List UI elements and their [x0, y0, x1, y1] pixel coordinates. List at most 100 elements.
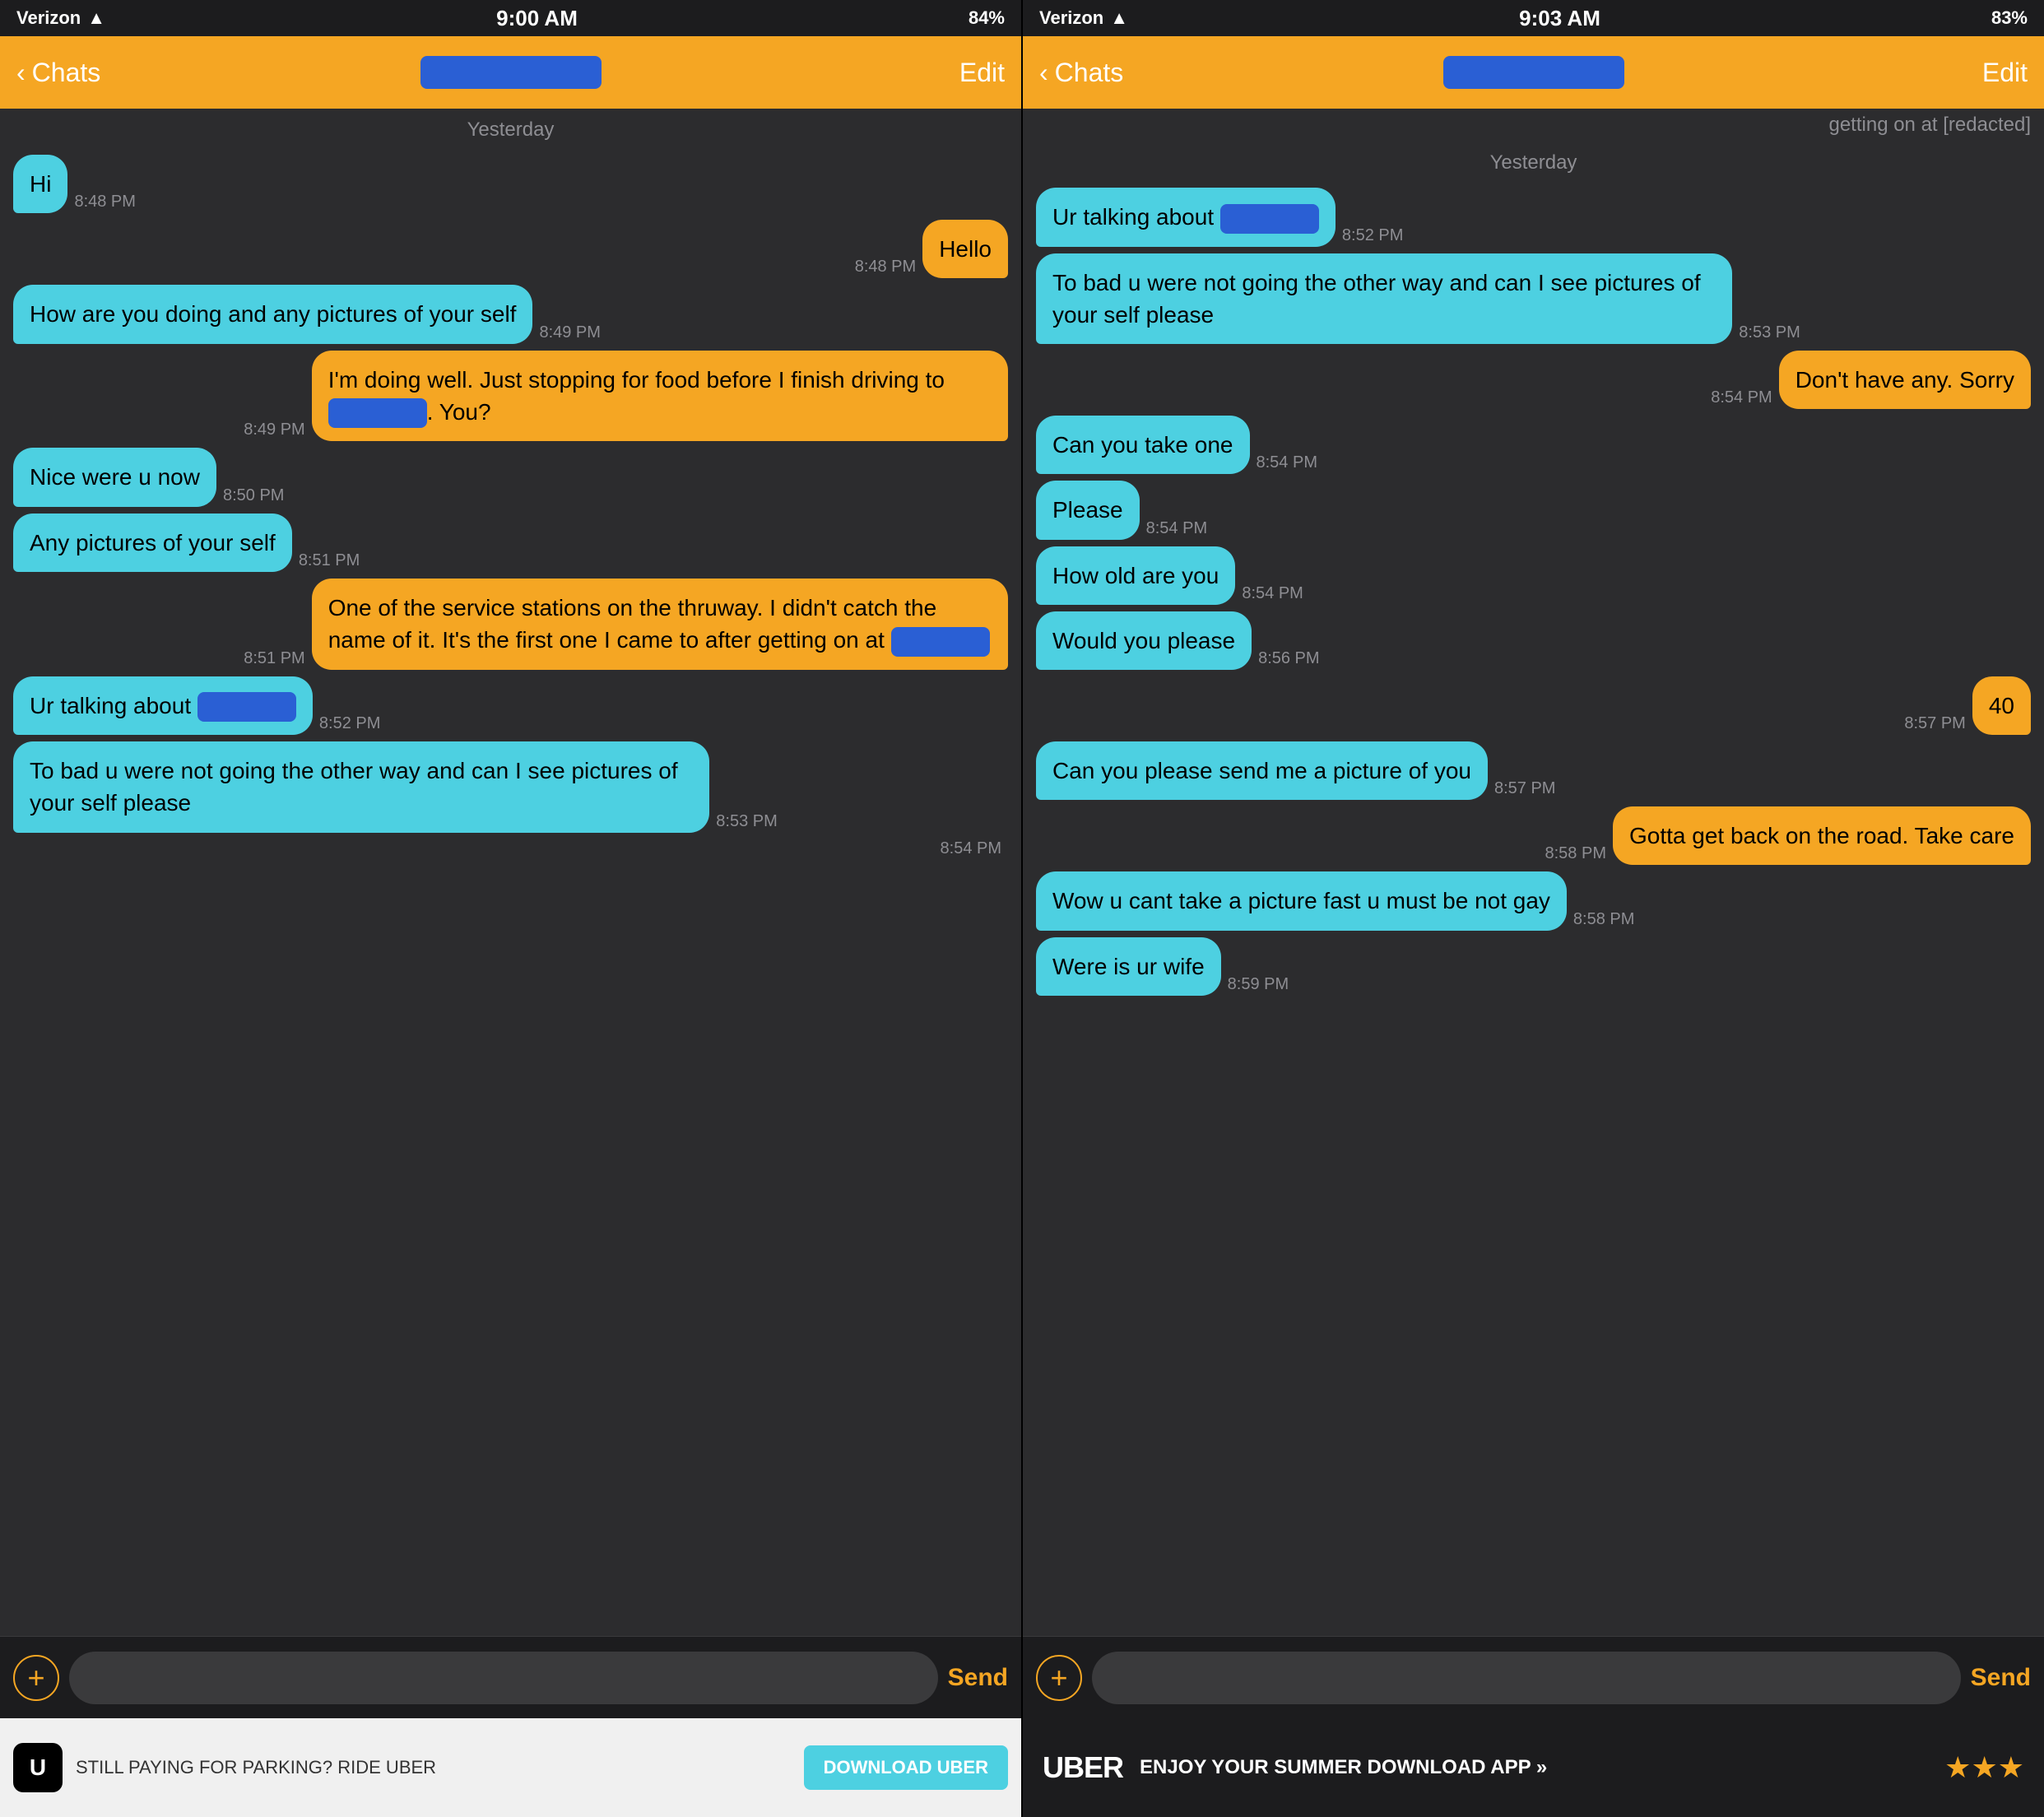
- scroll-hint-right: getting on at [redacted]: [1023, 109, 2044, 142]
- timestamp-m3: 8:49 PM: [539, 323, 600, 342]
- timestamp-m9: 8:53 PM: [716, 812, 777, 831]
- bottom-bar-left: + Send: [0, 1636, 1021, 1718]
- msg-row: Ur talking about 8:52 PM: [1036, 188, 2031, 247]
- bubble-to-bad: To bad u were not going the other way an…: [13, 741, 709, 832]
- time-left: 9:00 AM: [496, 6, 578, 31]
- timestamp-s4: 8:54 PM: [1257, 453, 1317, 472]
- time-right: 9:03 AM: [1519, 6, 1600, 31]
- bubble-dont-have: Don't have any. Sorry: [1779, 351, 2031, 409]
- download-button-left[interactable]: DOWNLOAD UBER: [804, 1745, 1008, 1790]
- battery-right: 83%: [1991, 7, 2028, 29]
- timestamp-m8: 8:52 PM: [319, 714, 380, 733]
- battery-left: 84%: [969, 7, 1005, 29]
- uber-logo-ad-left: U: [13, 1743, 63, 1792]
- msg-row: Any pictures of your self 8:51 PM: [13, 514, 1008, 572]
- status-left-left: Verizon ▲: [16, 7, 105, 29]
- edit-button-right[interactable]: Edit: [1982, 58, 2028, 88]
- msg-row: Can you take one 8:54 PM: [1036, 416, 2031, 474]
- bubble-ur-talking-r: Ur talking about: [1036, 188, 1336, 247]
- contact-name-left: [420, 56, 602, 89]
- timestamp-s10: 8:58 PM: [1545, 844, 1606, 863]
- ad-text-left: STILL PAYING FOR PARKING? RIDE UBER: [76, 1756, 791, 1780]
- timestamp-m5: 8:50 PM: [223, 486, 284, 505]
- status-bar-right: Verizon ▲ 9:03 AM 83%: [1023, 0, 2044, 36]
- plus-button-left[interactable]: +: [13, 1655, 59, 1701]
- timestamp-s6: 8:54 PM: [1242, 584, 1303, 603]
- status-right-left: 84%: [969, 7, 1005, 29]
- msg-row: 8:49 PM I'm doing well. Just stopping fo…: [13, 351, 1008, 442]
- msg-row: Nice were u now 8:50 PM: [13, 448, 1008, 506]
- msg-row: 8:54 PM Don't have any. Sorry: [1036, 351, 2031, 409]
- bottom-bar-right: + Send: [1023, 1636, 2044, 1718]
- bubble-send-pic: Can you please send me a picture of you: [1036, 741, 1488, 800]
- plus-button-right[interactable]: +: [1036, 1655, 1082, 1701]
- msg-row: Ur talking about 8:52 PM: [13, 676, 1008, 736]
- timestamp-partial: 8:54 PM: [13, 839, 1008, 858]
- back-button-right[interactable]: ‹ Chats: [1039, 58, 1123, 88]
- bubble-can-take: Can you take one: [1036, 416, 1250, 474]
- send-button-right[interactable]: Send: [1971, 1664, 2031, 1692]
- timestamp-s9: 8:57 PM: [1494, 779, 1555, 798]
- msg-row: 8:51 PM One of the service stations on t…: [13, 579, 1008, 670]
- bubble-hello: Hello: [922, 220, 1008, 278]
- carrier-right: Verizon: [1039, 7, 1103, 29]
- chevron-back-right: ‹: [1039, 58, 1048, 88]
- timestamp-m6: 8:51 PM: [299, 551, 360, 570]
- uber-stars-right: ★★★: [1944, 1750, 2024, 1785]
- message-input-left[interactable]: [69, 1652, 938, 1704]
- timestamp-s11: 8:58 PM: [1573, 910, 1634, 929]
- message-input-right[interactable]: [1092, 1652, 1961, 1704]
- ad-bar-right: UBER ENJOY YOUR SUMMER DOWNLOAD APP » ★★…: [1023, 1718, 2044, 1817]
- bubble-would-please: Would you please: [1036, 611, 1252, 670]
- wifi-icon-left: ▲: [87, 7, 105, 29]
- bubble-please: Please: [1036, 481, 1140, 539]
- send-button-left[interactable]: Send: [948, 1664, 1008, 1692]
- nav-title-right: [1443, 56, 1624, 90]
- msg-row: Would you please 8:56 PM: [1036, 611, 2031, 670]
- redacted-1: [328, 398, 427, 428]
- bubble-40: 40: [1972, 676, 2031, 735]
- edit-button-left[interactable]: Edit: [959, 58, 1005, 88]
- timestamp-m2: 8:48 PM: [855, 258, 916, 276]
- timestamp-s5: 8:54 PM: [1146, 519, 1207, 538]
- screen-left: Verizon ▲ 9:00 AM 84% ‹ Chats Edit Yeste…: [0, 0, 1021, 1817]
- ad-bar-left: U STILL PAYING FOR PARKING? RIDE UBER DO…: [0, 1718, 1021, 1817]
- redacted-2: [891, 627, 990, 657]
- timestamp-s1: 8:52 PM: [1342, 226, 1403, 245]
- timestamp-s7: 8:56 PM: [1258, 649, 1319, 668]
- msg-row: To bad u were not going the other way an…: [13, 741, 1008, 832]
- timestamp-s3: 8:54 PM: [1711, 388, 1772, 407]
- bubble-any-pictures: Any pictures of your self: [13, 514, 292, 572]
- timestamp-m4: 8:49 PM: [244, 421, 304, 439]
- back-label-right: Chats: [1055, 58, 1124, 88]
- chat-area-left: Hi 8:48 PM 8:48 PM Hello How are you doi…: [0, 148, 1021, 1636]
- msg-row: To bad u were not going the other way an…: [1036, 253, 2031, 344]
- nav-bar-right: ‹ Chats Edit: [1023, 36, 2044, 109]
- bubble-doing-well: I'm doing well. Just stopping for food b…: [312, 351, 1008, 442]
- bubble-gotta: Gotta get back on the road. Take care: [1613, 806, 2031, 865]
- bubble-wife: Were is ur wife: [1036, 937, 1221, 996]
- timestamp-m1: 8:48 PM: [74, 193, 135, 211]
- wifi-icon-right: ▲: [1110, 7, 1128, 29]
- back-button-left[interactable]: ‹ Chats: [16, 58, 100, 88]
- timestamp-s8: 8:57 PM: [1904, 714, 1965, 733]
- redacted-3: [197, 692, 296, 722]
- status-left-right: Verizon ▲: [1039, 7, 1128, 29]
- timestamp-s2: 8:53 PM: [1739, 323, 1800, 342]
- bubble-nice-where: Nice were u now: [13, 448, 216, 506]
- bubble-to-bad-r: To bad u were not going the other way an…: [1036, 253, 1732, 344]
- bubble-wow-cant: Wow u cant take a picture fast u must be…: [1036, 871, 1567, 930]
- redacted-r1: [1220, 204, 1319, 234]
- chevron-back-left: ‹: [16, 58, 26, 88]
- chat-area-right: Ur talking about 8:52 PM To bad u were n…: [1023, 181, 2044, 1636]
- msg-row: Can you please send me a picture of you …: [1036, 741, 2031, 800]
- uber-ad-text-right: ENJOY YOUR SUMMER DOWNLOAD APP »: [1140, 1756, 1928, 1779]
- msg-row: How old are you 8:54 PM: [1036, 546, 2031, 605]
- timestamp-m7: 8:51 PM: [244, 649, 304, 668]
- bubble-service-station: One of the service stations on the thruw…: [312, 579, 1008, 670]
- timestamp-s12: 8:59 PM: [1228, 975, 1289, 994]
- nav-bar-left: ‹ Chats Edit: [0, 36, 1021, 109]
- bubble-how-are-you: How are you doing and any pictures of yo…: [13, 285, 532, 343]
- nav-title-left: [420, 56, 602, 90]
- msg-row: Hi 8:48 PM: [13, 155, 1008, 213]
